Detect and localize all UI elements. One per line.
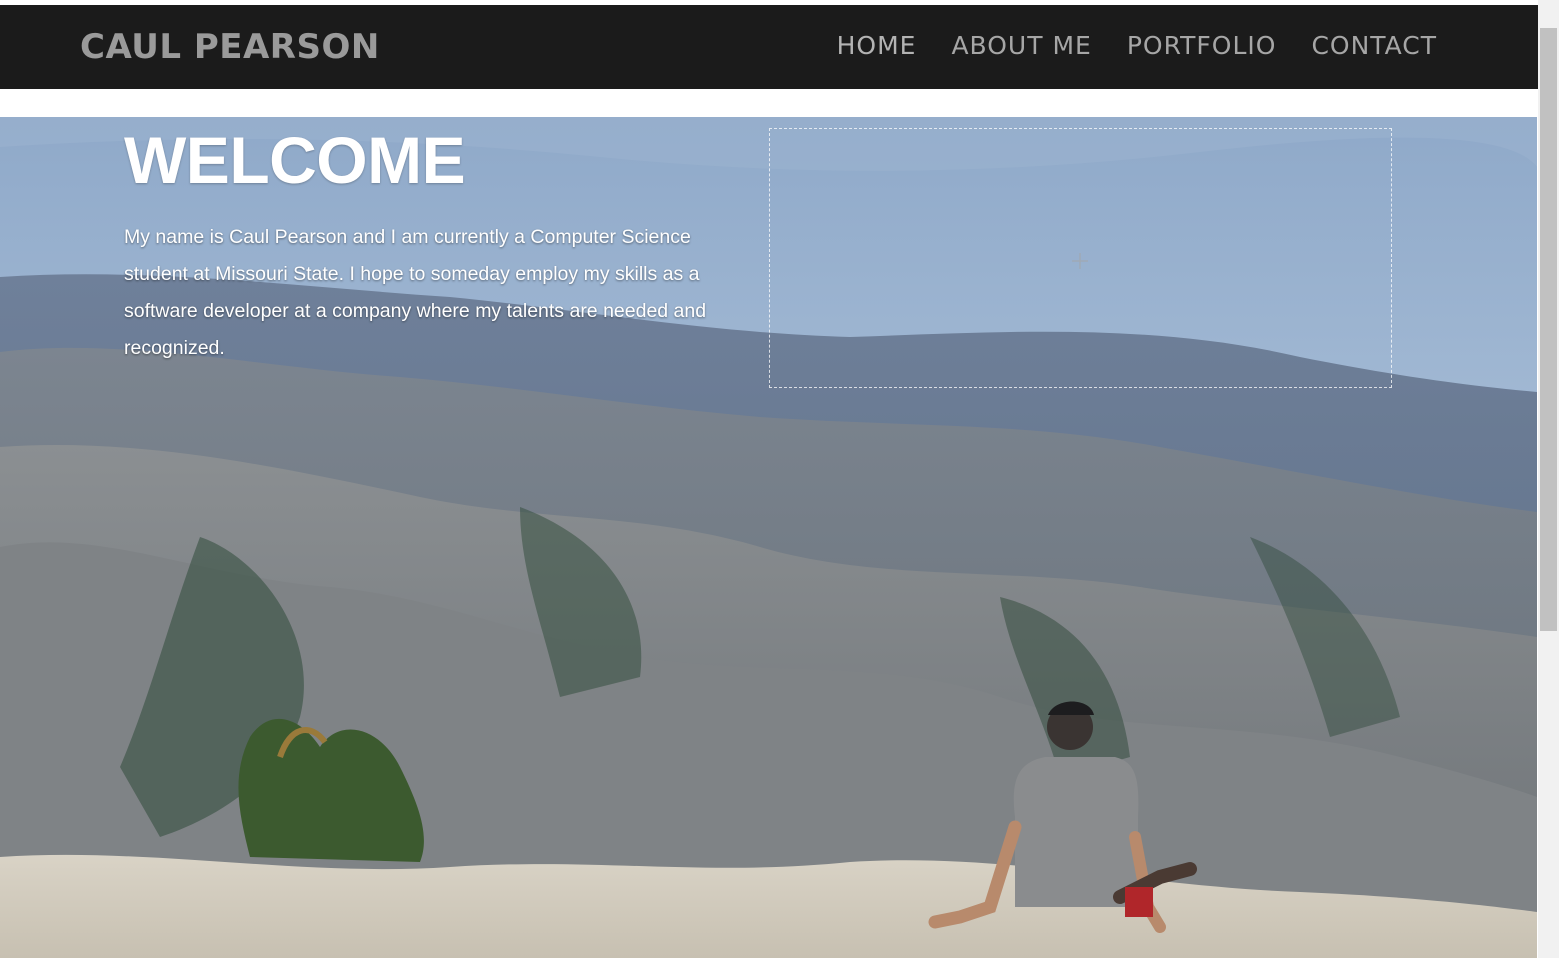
brand-logo-link[interactable]: CAUL PEARSON (80, 27, 380, 67)
browser-viewport: CAUL PEARSON HOME ABOUT ME PORTFOLIO CON… (0, 0, 1559, 958)
hero-intro-text: My name is Caul Pearson and I am current… (124, 226, 707, 359)
nav-link-about-me[interactable]: ABOUT ME (951, 31, 1091, 60)
vertical-scrollbar[interactable] (1538, 0, 1559, 958)
hero-section: WELCOME My name is Caul Pearson and I am… (0, 117, 1537, 958)
nav-links: HOME ABOUT ME PORTFOLIO CONTACT (837, 31, 1437, 60)
plus-icon[interactable] (1072, 253, 1088, 269)
navbar: CAUL PEARSON HOME ABOUT ME PORTFOLIO CON… (0, 5, 1538, 89)
spacer-band (0, 89, 1538, 117)
nav-link-home[interactable]: HOME (837, 31, 917, 60)
nav-link-contact[interactable]: CONTACT (1311, 31, 1437, 60)
nav-link-portfolio[interactable]: PORTFOLIO (1127, 31, 1277, 60)
scrollbar-thumb[interactable] (1540, 28, 1557, 631)
hero-title: WELCOME (124, 123, 466, 197)
content-placeholder-box[interactable] (769, 128, 1392, 388)
